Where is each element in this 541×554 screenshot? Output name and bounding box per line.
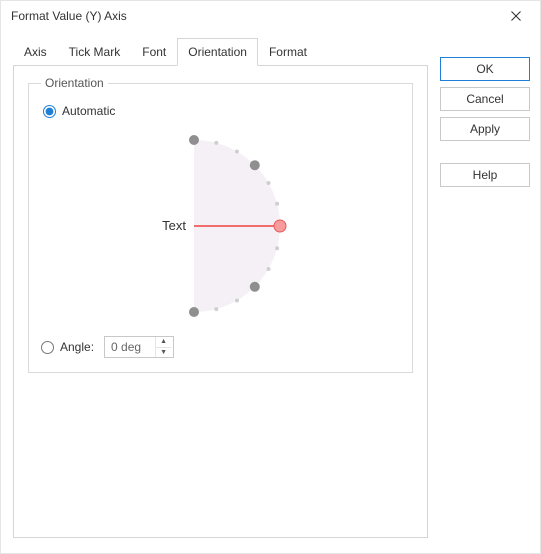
tab-label: Orientation [188, 45, 247, 59]
tab-axis[interactable]: Axis [13, 38, 58, 66]
orientation-legend: Orientation [41, 76, 108, 90]
button-column: OK Cancel Apply Help [440, 37, 530, 538]
tab-format[interactable]: Format [258, 38, 318, 66]
radio-automatic-label: Automatic [62, 104, 115, 118]
dialog-body: Axis Tick Mark Font Orientation Format O… [1, 31, 540, 548]
radio-angle-row: Angle: ▲ ▼ [41, 336, 400, 358]
tab-orientation[interactable]: Orientation [177, 38, 258, 66]
radio-automatic[interactable]: Automatic [43, 104, 400, 118]
button-label: Help [473, 168, 498, 182]
radio-angle[interactable]: Angle: [41, 340, 94, 354]
angle-spinbox[interactable]: ▲ ▼ [104, 336, 174, 358]
button-spacer [440, 147, 530, 157]
tab-label: Axis [24, 45, 47, 59]
cancel-button[interactable]: Cancel [440, 87, 530, 111]
tab-bar: Axis Tick Mark Font Orientation Format [13, 37, 428, 66]
apply-button[interactable]: Apply [440, 117, 530, 141]
tab-label: Tick Mark [69, 45, 121, 59]
titlebar: Format Value (Y) Axis [1, 1, 540, 31]
radio-angle-label: Angle: [60, 340, 94, 354]
spin-buttons: ▲ ▼ [155, 337, 171, 357]
tab-label: Font [142, 45, 166, 59]
close-icon [511, 11, 521, 21]
tab-font[interactable]: Font [131, 38, 177, 66]
left-column: Axis Tick Mark Font Orientation Format O… [13, 37, 428, 538]
angle-input[interactable] [105, 337, 155, 357]
spin-down-button[interactable]: ▼ [156, 348, 171, 358]
tab-tick-mark[interactable]: Tick Mark [58, 38, 132, 66]
tab-label: Format [269, 45, 307, 59]
help-button[interactable]: Help [440, 163, 530, 187]
orientation-preview[interactable]: Text [126, 126, 316, 326]
radio-automatic-input[interactable] [43, 105, 56, 118]
button-label: Apply [470, 122, 500, 136]
radio-angle-input[interactable] [41, 341, 54, 354]
spin-up-button[interactable]: ▲ [156, 337, 171, 348]
orientation-svg: Text [126, 126, 316, 326]
ok-button[interactable]: OK [440, 57, 530, 81]
orientation-preview-text: Text [162, 218, 186, 233]
close-button[interactable] [498, 3, 534, 29]
button-label: Cancel [466, 92, 503, 106]
orientation-group: Orientation Automatic [28, 76, 413, 373]
button-label: OK [476, 62, 493, 76]
tab-panel-orientation: Orientation Automatic [13, 66, 428, 538]
window-title: Format Value (Y) Axis [11, 9, 127, 23]
